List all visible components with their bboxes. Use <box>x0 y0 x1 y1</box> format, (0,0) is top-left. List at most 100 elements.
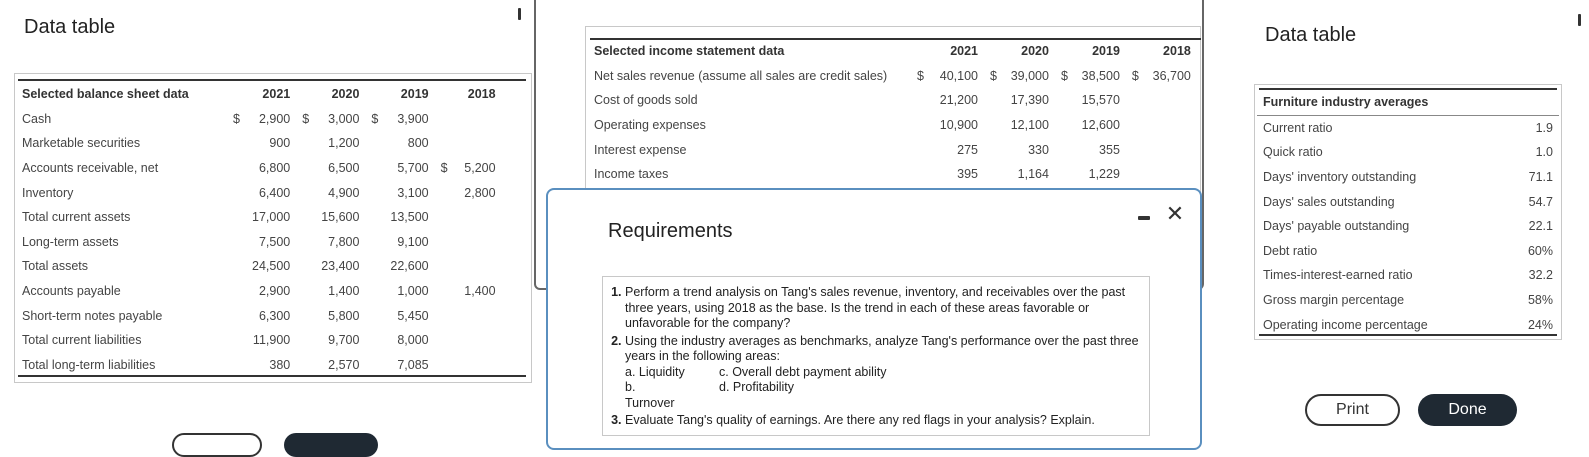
cell-value: 39,000 <box>1010 68 1049 83</box>
cell-value: 24,500 <box>252 259 291 274</box>
currency-symbol <box>365 180 384 205</box>
currency-symbol <box>435 107 454 132</box>
row-label: Accounts receivable, net <box>22 161 159 176</box>
row-label: Times-interest-earned ratio <box>1263 268 1413 283</box>
column-header: 2020 <box>331 87 360 102</box>
currency-symbol: $ <box>917 68 924 83</box>
row-label: Total assets <box>22 259 89 274</box>
cell-value: 58% <box>1527 293 1553 308</box>
cell-value: 6,500 <box>328 161 360 176</box>
balance-sheet-table: Selected balance sheet data 2021 2020 20… <box>16 82 502 377</box>
table-row: Current ratio 1.9 <box>1257 115 1559 140</box>
table-row: Total assets 24,500 23,400 22,600 <box>16 254 502 279</box>
cell-value: 380 <box>269 357 291 372</box>
row-label: Net sales revenue (assume all sales are … <box>594 68 888 83</box>
currency-symbol <box>216 353 246 378</box>
minimize-icon[interactable] <box>1578 14 1581 26</box>
table-row: Net sales revenue (assume all sales are … <box>588 64 1197 89</box>
table-header-row: Selected income statement data 2021 2020… <box>588 39 1197 64</box>
table-row: Days' sales outstanding 54.7 <box>1257 189 1559 214</box>
currency-symbol <box>216 254 246 279</box>
table-row: Debt ratio 60% <box>1257 239 1559 264</box>
requirement-item: Perform a trend analysis on Tang's sales… <box>625 285 1141 332</box>
cell-value: 13,500 <box>390 210 429 225</box>
currency-symbol <box>216 156 246 181</box>
column-header: 2020 <box>1021 44 1049 59</box>
row-label: Income taxes <box>594 167 669 182</box>
cell-value: 9,100 <box>397 234 429 249</box>
done-button[interactable]: Done <box>1418 394 1517 426</box>
currency-symbol <box>910 162 930 187</box>
table-row: Times-interest-earned ratio 32.2 <box>1257 263 1559 288</box>
currency-symbol <box>216 131 246 156</box>
currency-symbol <box>984 88 1003 113</box>
table-row: Accounts receivable, net 6,800 6,500 5,700 $… <box>16 156 502 181</box>
cell-value: 10,900 <box>939 118 978 133</box>
income-statement-table: Selected income statement data 2021 2020… <box>588 39 1197 187</box>
currency-symbol <box>216 279 246 304</box>
column-header: 2019 <box>1092 44 1120 59</box>
requirements-title: Requirements <box>608 220 733 242</box>
table-row: Cost of goods sold 21,200 17,390 15,570 <box>588 88 1197 113</box>
requirement-subitems: a. Liquidity c. Overall debt payment abil… <box>625 365 1141 381</box>
currency-symbol <box>435 353 454 378</box>
industry-averages-table: Furniture industry averages Current rati… <box>1257 90 1559 337</box>
cell-value: 5,200 <box>464 161 496 176</box>
minimize-icon[interactable] <box>518 8 521 20</box>
row-label: Gross margin percentage <box>1263 293 1405 308</box>
cell-value: 7,800 <box>328 234 360 249</box>
row-label: Long-term assets <box>22 234 119 249</box>
table-row: Quick ratio 1.0 <box>1257 140 1559 165</box>
cell-value <box>454 131 502 156</box>
cell-value: 60% <box>1527 243 1553 258</box>
close-icon[interactable]: ✕ <box>1165 203 1185 225</box>
cell-value: 275 <box>957 142 978 157</box>
cell-value: 2,800 <box>464 185 496 200</box>
print-button[interactable]: Print <box>1305 394 1400 426</box>
cell-value: 15,570 <box>1081 93 1120 108</box>
currency-symbol <box>365 279 384 304</box>
requirement-subitems: b. Turnover d. Profitability <box>625 380 1141 411</box>
cell-value: 54.7 <box>1528 194 1553 209</box>
currency-symbol <box>1126 113 1145 138</box>
currency-symbol <box>216 303 246 328</box>
table-top-rule <box>18 79 526 81</box>
hidden-button[interactable] <box>284 433 378 457</box>
currency-symbol <box>435 131 454 156</box>
currency-symbol <box>365 254 384 279</box>
cell-value: 1,400 <box>464 284 496 299</box>
cell-value: 3,000 <box>328 111 360 126</box>
hidden-button[interactable] <box>172 433 262 457</box>
cell-value: 5,450 <box>397 308 429 323</box>
cell-value <box>454 107 502 132</box>
currency-symbol <box>365 205 384 230</box>
currency-symbol <box>296 254 315 279</box>
table-row: Days' inventory outstanding 71.1 <box>1257 165 1559 190</box>
cell-value <box>454 353 502 378</box>
currency-symbol <box>435 230 454 255</box>
row-label: Accounts payable <box>22 284 121 299</box>
currency-symbol: $ <box>1131 68 1139 83</box>
currency-symbol <box>296 180 315 205</box>
cell-value: 330 <box>1028 142 1049 157</box>
minimize-icon[interactable] <box>1138 216 1150 220</box>
table-header-row: Selected balance sheet data 2021 2020 20… <box>16 82 502 107</box>
table-row: Income taxes 395 1,164 1,229 <box>588 162 1197 187</box>
currency-symbol <box>365 131 384 156</box>
table-row: Operating expenses 10,900 12,100 12,600 <box>588 113 1197 138</box>
cell-value: 1,229 <box>1088 167 1120 182</box>
cell-value: 7,500 <box>258 234 291 249</box>
currency-symbol: $ <box>1060 68 1068 83</box>
table-row: Total current assets 17,000 15,600 13,500 <box>16 205 502 230</box>
currency-symbol <box>910 137 930 162</box>
row-label: Operating income percentage <box>1263 317 1428 332</box>
column-header: Furniture industry averages <box>1257 90 1559 116</box>
cell-value: 17,000 <box>252 210 291 225</box>
cell-value <box>454 254 502 279</box>
cell-value: 36,700 <box>1152 68 1191 83</box>
currency-symbol <box>435 254 454 279</box>
row-label: Cash <box>22 111 52 126</box>
cell-value <box>454 230 502 255</box>
currency-symbol <box>984 137 1003 162</box>
currency-symbol <box>984 162 1003 187</box>
